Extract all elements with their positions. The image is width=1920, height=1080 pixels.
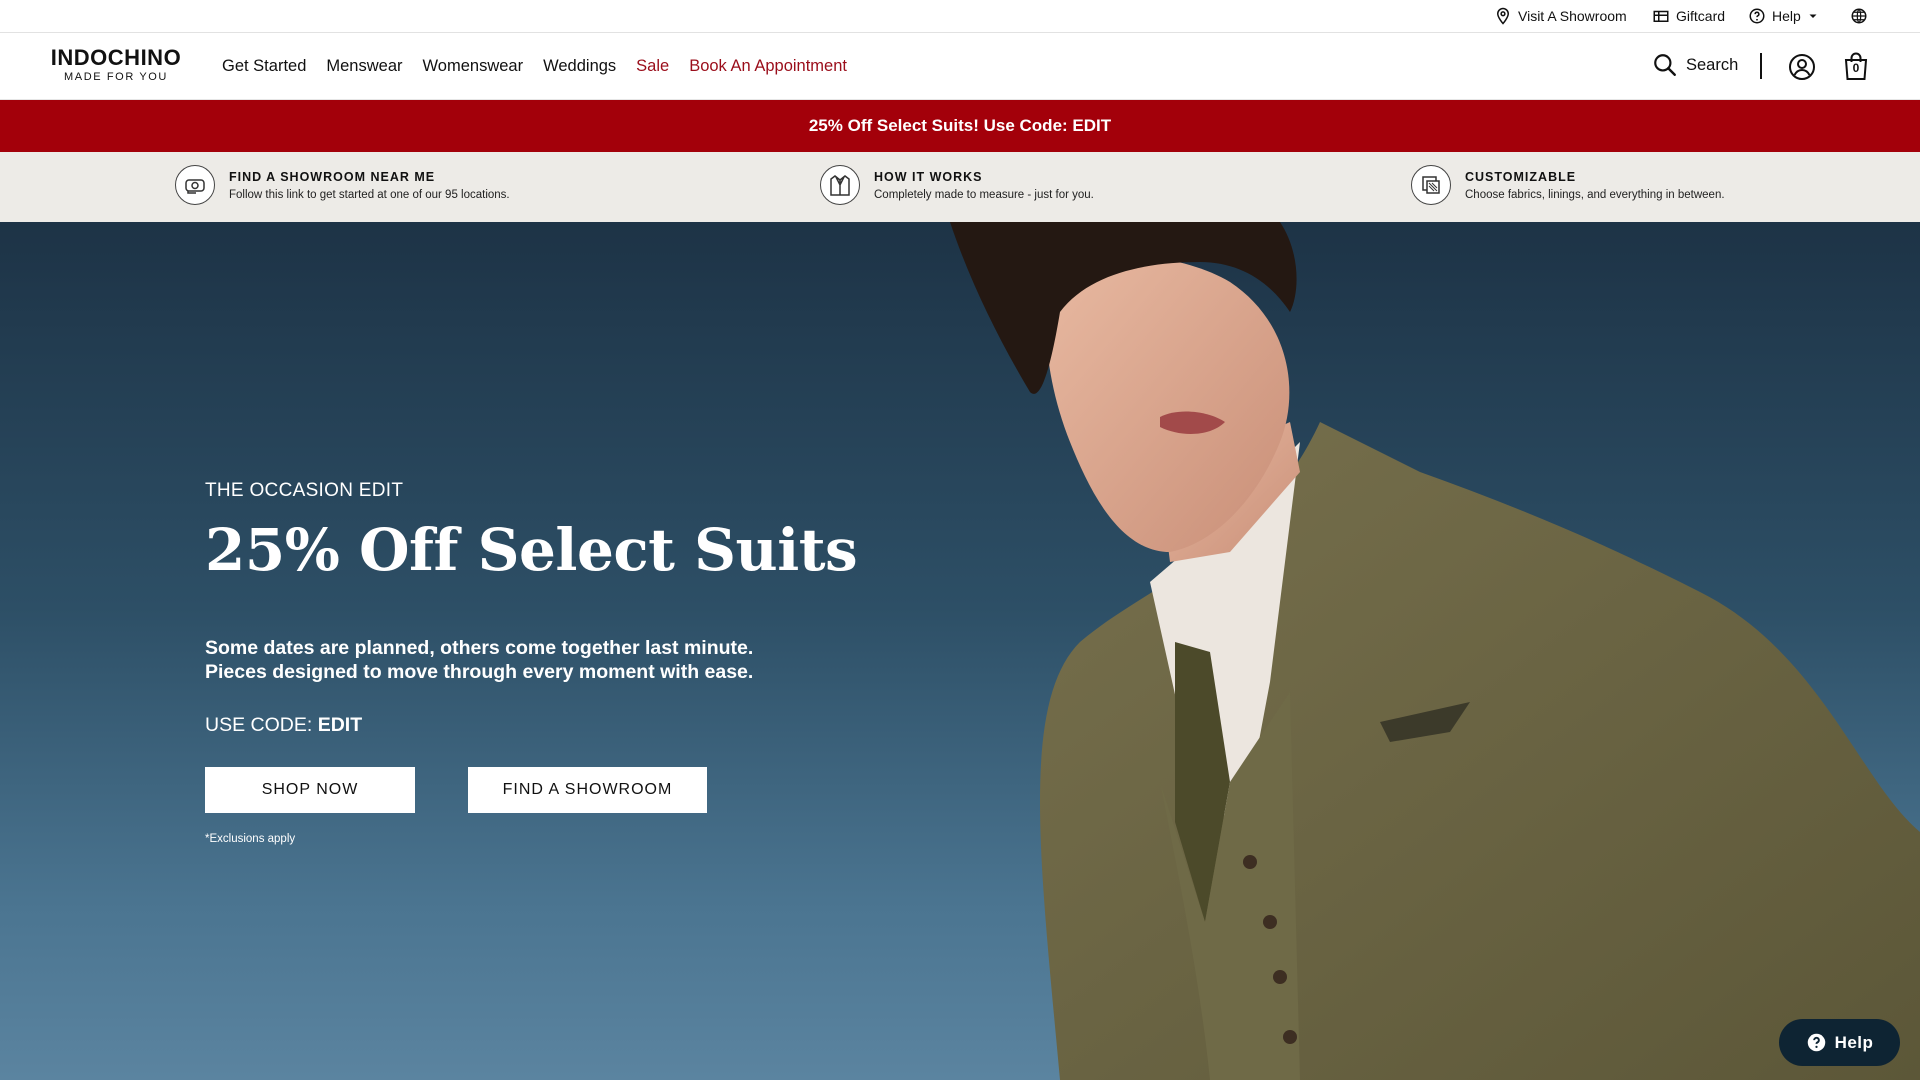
promo-code-line: USE CODE: EDIT <box>205 714 857 737</box>
hero-eyebrow: THE OCCASION EDIT <box>205 480 404 501</box>
globe-icon <box>1851 8 1867 24</box>
feature-desc: Follow this link to get started at one o… <box>229 188 510 201</box>
giftcard-label: Giftcard <box>1676 8 1726 24</box>
utility-bar: Visit A Showroom Giftcard Help <box>0 0 1920 33</box>
logo-tagline: MADE FOR YOU <box>64 71 168 83</box>
nav-menswear[interactable]: Menswear <box>326 57 402 76</box>
jacket-icon <box>820 165 860 205</box>
giftcard-icon <box>1653 10 1669 22</box>
bag-count: 0 <box>1852 61 1860 75</box>
primary-nav: Get Started Menswear Womenswear Weddings… <box>222 33 847 100</box>
main-header: INDOCHINO MADE FOR YOU Get Started Mensw… <box>0 33 1920 100</box>
feature-title: FIND A SHOWROOM NEAR ME <box>229 169 436 184</box>
logo-wordmark: INDOCHINO <box>50 45 182 70</box>
hero-cta-row: SHOP NOW FIND A SHOWROOM <box>205 767 857 813</box>
hero-subcopy-line-2: Pieces designed to move through every mo… <box>205 661 754 683</box>
help-chat-button[interactable]: Help <box>1779 1019 1900 1066</box>
feature-title: CUSTOMIZABLE <box>1465 169 1577 184</box>
measuring-tape-icon <box>175 165 215 205</box>
help-circle-icon <box>1749 8 1765 24</box>
promo-banner-text[interactable]: 25% Off Select Suits! Use Code: EDIT <box>809 116 1111 136</box>
caret-down-icon <box>1809 14 1817 18</box>
help-chat-label: Help <box>1834 1032 1874 1052</box>
features-bar: FIND A SHOWROOM NEAR ME Follow this link… <box>0 152 1920 222</box>
logo[interactable]: INDOCHINO MADE FOR YOU <box>44 45 188 84</box>
nav-get-started[interactable]: Get Started <box>222 57 306 76</box>
visit-showroom-link[interactable]: Visit A Showroom <box>1494 0 1627 32</box>
hero-subcopy-line-1: Some dates are planned, others come toge… <box>205 637 754 659</box>
search-button[interactable]: Search <box>1652 52 1738 78</box>
feature-customizable[interactable]: CUSTOMIZABLE Choose fabrics, linings, an… <box>1411 165 1725 205</box>
nav-weddings[interactable]: Weddings <box>543 57 616 76</box>
find-showroom-button[interactable]: FIND A SHOWROOM <box>468 767 707 813</box>
nav-womenswear[interactable]: Womenswear <box>423 57 524 76</box>
location-pin-icon <box>1496 7 1510 25</box>
feature-how-it-works[interactable]: HOW IT WORKS Completely made to measure … <box>820 165 1094 205</box>
hero-headline: 25% Off Select Suits <box>205 516 858 584</box>
giftcard-link[interactable]: Giftcard <box>1652 0 1725 32</box>
promo-code-prefix: USE CODE: <box>205 714 318 736</box>
feature-find-showroom[interactable]: FIND A SHOWROOM NEAR ME Follow this link… <box>175 165 510 205</box>
search-icon <box>1654 54 1676 76</box>
user-icon <box>1789 54 1815 80</box>
shop-now-button[interactable]: SHOP NOW <box>205 767 415 813</box>
nav-book-appointment[interactable]: Book An Appointment <box>689 57 847 76</box>
header-divider <box>1760 53 1762 79</box>
visit-showroom-label: Visit A Showroom <box>1518 8 1627 24</box>
nav-sale[interactable]: Sale <box>636 57 669 76</box>
exclusions-note: *Exclusions apply <box>205 833 296 845</box>
language-selector[interactable] <box>1850 0 1868 32</box>
promo-banner: 25% Off Select Suits! Use Code: EDIT <box>0 100 1920 152</box>
fabric-swatch-icon <box>1411 165 1451 205</box>
hero-content: THE OCCASION EDIT 25% Off Select Suits S… <box>205 480 858 845</box>
help-menu-label: Help <box>1772 8 1801 24</box>
hero-subcopy: Some dates are planned, others come toge… <box>205 636 765 684</box>
promo-code: EDIT <box>317 714 363 736</box>
bag-button[interactable]: 0 <box>1842 51 1870 81</box>
feature-title: HOW IT WORKS <box>874 169 983 184</box>
search-label: Search <box>1686 55 1739 74</box>
feature-desc: Choose fabrics, linings, and everything … <box>1465 188 1725 201</box>
hero-banner: THE OCCASION EDIT 25% Off Select Suits S… <box>0 222 1920 1080</box>
feature-desc: Completely made to measure - just for yo… <box>874 188 1094 201</box>
help-menu[interactable]: Help <box>1748 0 1819 32</box>
help-circle-icon <box>1807 1033 1825 1052</box>
account-button[interactable] <box>1788 53 1816 81</box>
